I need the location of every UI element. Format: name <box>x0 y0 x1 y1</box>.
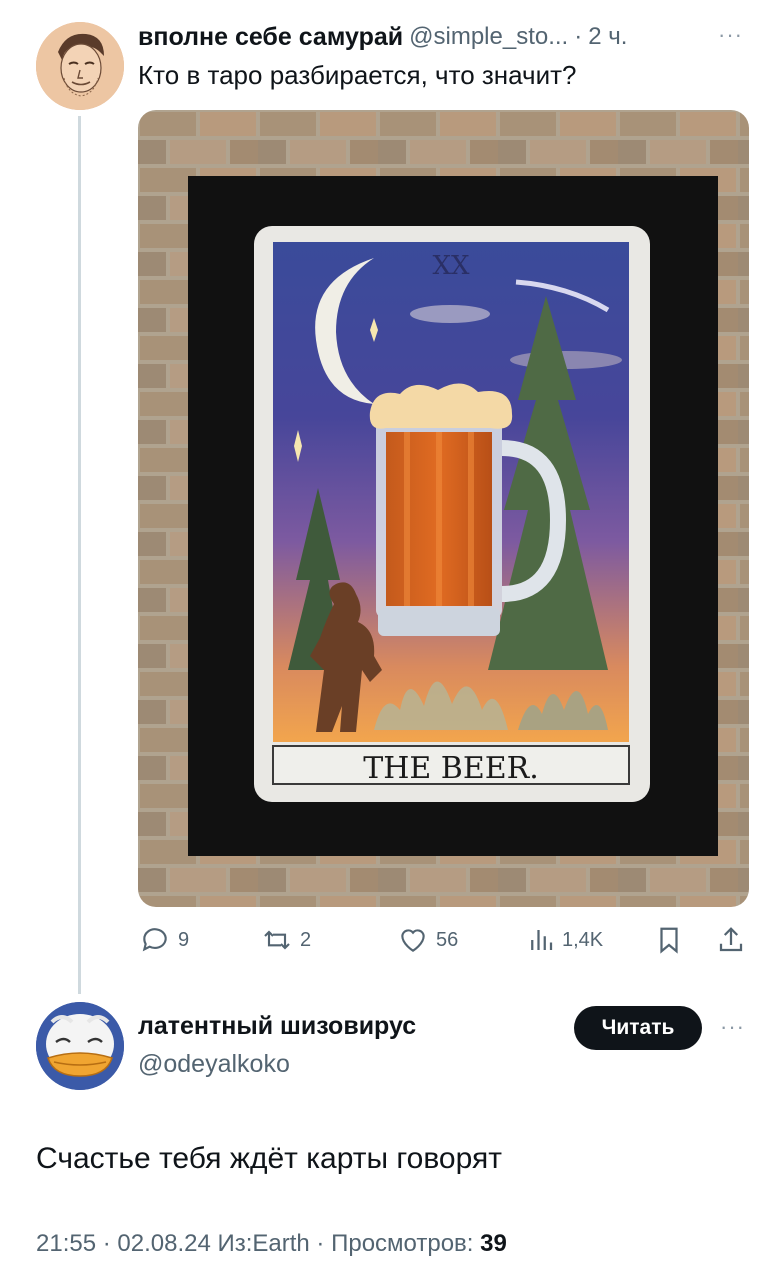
author-name[interactable]: вполне себе самурай <box>138 23 403 52</box>
retweet-button[interactable]: 2 <box>260 918 311 962</box>
tweet-media-image[interactable]: XX THE BEER. <box>138 110 749 907</box>
reply-icon <box>142 928 167 952</box>
reply-author-avatar[interactable] <box>36 1002 124 1090</box>
reply-meta: 21:55 · 02.08.24 Из:Earth · Просмотров: … <box>36 1230 507 1258</box>
tweet-time[interactable]: 2 ч. <box>588 23 627 51</box>
like-button[interactable]: 56 <box>396 918 458 962</box>
reply-author-name[interactable]: латентный шизовирус <box>138 1012 416 1041</box>
like-count: 56 <box>436 928 459 951</box>
meta-separator: · <box>96 1230 118 1257</box>
follow-button[interactable]: Читать <box>574 1006 702 1050</box>
share-button[interactable] <box>716 918 746 962</box>
share-icon <box>719 927 743 952</box>
tarot-card-photo: XX THE BEER. <box>138 110 749 907</box>
views-label: Просмотров: <box>331 1230 481 1257</box>
card-caption: THE BEER. <box>363 751 539 786</box>
reply-more-options-icon[interactable]: ··· <box>720 1014 745 1040</box>
views-button[interactable]: 1,4K <box>526 918 603 962</box>
avatar-face-illustration <box>36 22 124 110</box>
reply-text: Счастье тебя ждёт карты говорят <box>36 1142 502 1175</box>
reply-button[interactable]: 9 <box>138 918 189 962</box>
tweet-action-bar: 9 2 56 1,4K <box>138 918 749 962</box>
bookmark-icon <box>660 927 678 954</box>
thread-connector-line <box>78 116 81 994</box>
reply-views-count: 39 <box>480 1230 507 1257</box>
meta-separator: · <box>309 1230 332 1257</box>
retweet-count: 2 <box>300 928 312 951</box>
avatar-duck-illustration <box>36 1002 124 1090</box>
reply-count: 9 <box>178 928 190 951</box>
views-chart-icon <box>531 930 553 950</box>
tweet-header: вполне себе самурай @simple_sto... · 2 ч… <box>138 20 627 54</box>
author-avatar[interactable] <box>36 22 124 110</box>
heart-icon <box>401 929 425 952</box>
more-options-icon[interactable]: ··· <box>718 22 743 48</box>
reply-source: Из:Earth <box>210 1230 310 1257</box>
card-numeral: XX <box>432 251 470 281</box>
retweet-icon <box>264 930 290 950</box>
bookmark-button[interactable] <box>654 918 684 962</box>
reply-time[interactable]: 21:55 <box>36 1230 96 1257</box>
separator-dot: · <box>574 23 583 50</box>
reply-author-handle[interactable]: @odeyalkoko <box>138 1050 290 1079</box>
views-count: 1,4K <box>562 928 604 951</box>
tweet-text: Кто в таро разбирается, что значит? <box>138 60 577 90</box>
reply-date[interactable]: 02.08.24 <box>117 1230 210 1257</box>
author-handle[interactable]: @simple_sto... <box>409 23 568 51</box>
